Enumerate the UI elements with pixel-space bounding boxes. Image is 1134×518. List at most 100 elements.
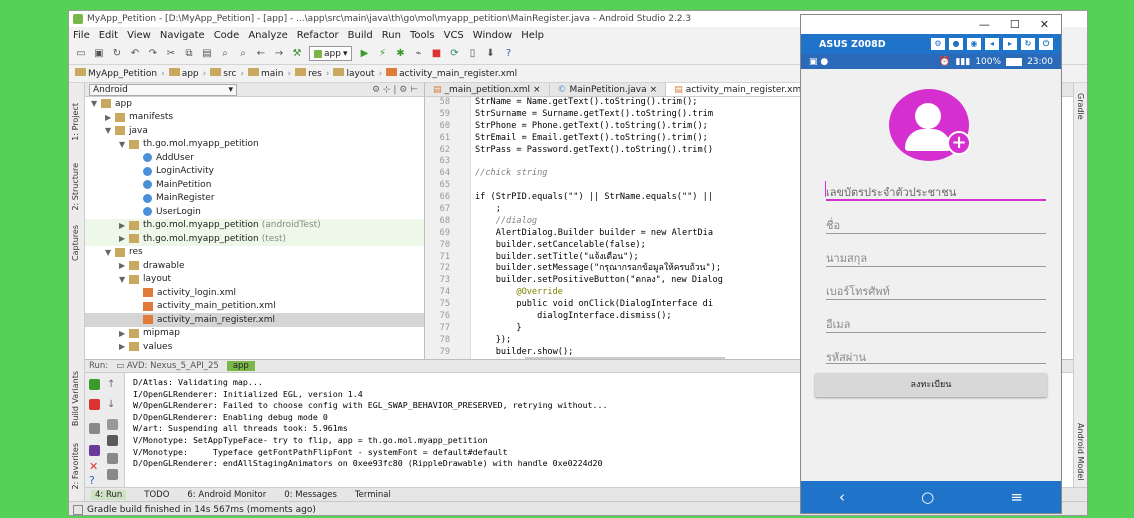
recents-icon[interactable]: ≡ (1010, 488, 1023, 506)
tree-item[interactable]: ▼ res (85, 246, 424, 260)
expand-arrow-icon[interactable]: ▼ (105, 126, 115, 135)
expand-arrow-icon[interactable]: ▶ (119, 342, 129, 351)
pin-icon[interactable] (89, 445, 100, 456)
tab-close-icon[interactable]: × (533, 85, 541, 95)
tree-item[interactable]: ▼ layout (85, 273, 424, 287)
rotate-icon[interactable]: ↻ (1021, 38, 1035, 50)
tree-item[interactable]: ▼ java (85, 124, 424, 138)
cut-icon[interactable]: ✂ (165, 48, 177, 60)
tree-item[interactable]: UserLogin (85, 205, 424, 219)
open-icon[interactable]: ▭ (75, 48, 87, 60)
expand-arrow-icon[interactable]: ▶ (119, 261, 129, 270)
run-tab-app[interactable]: app (226, 361, 255, 371)
gradle-tab[interactable]: Gradle (1076, 93, 1085, 120)
stop-icon[interactable]: ■ (430, 48, 442, 60)
gradle-sync-icon[interactable]: ⟳ (448, 48, 460, 60)
scroll-end-icon[interactable] (107, 435, 118, 446)
volume-down-icon[interactable]: ◂ (985, 38, 999, 50)
breadcrumb-item[interactable]: res (295, 68, 322, 79)
expand-arrow-icon[interactable]: ▶ (119, 329, 129, 338)
first-name-field[interactable]: ชื่อ (826, 212, 1046, 234)
apply-changes-icon[interactable]: ⚡ (376, 48, 388, 60)
tree-item[interactable]: ▼ th.go.mol.myapp_petition (85, 138, 424, 152)
menu-item-vcs[interactable]: VCS (444, 30, 464, 41)
panel-settings-icon[interactable]: ⚙ ⊹ | ⚙ ⊢ (372, 85, 418, 95)
menu-item-analyze[interactable]: Analyze (248, 30, 287, 41)
camera-icon[interactable]: ◉ (967, 38, 981, 50)
dump-icon[interactable] (89, 423, 100, 434)
run-config-select[interactable]: app ▾ (309, 46, 353, 61)
avd-manager-icon[interactable]: ▯ (466, 48, 478, 60)
captures-tab[interactable]: Captures (71, 225, 80, 261)
stop-run-icon[interactable] (89, 399, 100, 410)
menu-item-code[interactable]: Code (214, 30, 240, 41)
console-output[interactable]: D/Atlas: Validating map... I/OpenGLRender… (133, 377, 608, 470)
menu-item-window[interactable]: Window (473, 30, 512, 41)
bottom-tab-6-android-monitor[interactable]: 6: Android Monitor (187, 490, 266, 500)
breadcrumb-item[interactable]: MyApp_Petition (75, 68, 157, 79)
menu-item-run[interactable]: Run (382, 30, 401, 41)
surname-field[interactable]: นามสกุล (826, 245, 1046, 267)
rerun-icon[interactable] (89, 379, 100, 390)
code-area[interactable]: StrName = Name.getText().toString().trim… (475, 97, 855, 359)
debug-icon[interactable]: ✱ (394, 48, 406, 60)
build-variants-tab[interactable]: Build Variants (71, 371, 80, 426)
breadcrumb-item[interactable]: layout (333, 68, 375, 79)
menu-item-refactor[interactable]: Refactor (297, 30, 339, 41)
attach-debugger-icon[interactable]: ⌁ (412, 48, 424, 60)
help-icon[interactable]: ? (502, 48, 514, 60)
expand-arrow-icon[interactable]: ▼ (119, 275, 129, 284)
tree-item[interactable]: LoginActivity (85, 165, 424, 179)
email-field[interactable]: อีเมล (826, 311, 1046, 333)
redo-icon[interactable]: ↷ (147, 48, 159, 60)
breadcrumb-item[interactable]: activity_main_register.xml (386, 68, 517, 79)
expand-arrow-icon[interactable]: ▼ (105, 248, 115, 257)
expand-arrow-icon[interactable]: ▶ (105, 113, 115, 122)
structure-tab[interactable]: 2: Structure (71, 163, 80, 211)
maximize-icon[interactable]: ☐ (1010, 18, 1020, 31)
project-view-select[interactable]: Android ▾ (89, 83, 237, 96)
menu-item-help[interactable]: Help (521, 30, 544, 41)
register-button[interactable]: ลงทะเบียน (815, 373, 1047, 397)
run-help-icon[interactable]: ? (89, 475, 100, 486)
run-icon[interactable]: ▶ (358, 48, 370, 60)
breadcrumb-item[interactable]: main (248, 68, 284, 79)
tree-item[interactable]: ▶ values (85, 340, 424, 354)
clear-icon[interactable] (107, 469, 118, 480)
editor-tab[interactable]: ▤ _main_petition.xml × (425, 83, 550, 96)
expand-arrow-icon[interactable]: ▼ (91, 99, 101, 108)
paste-icon[interactable]: ▤ (201, 48, 213, 60)
project-tab[interactable]: 1: Project (71, 103, 80, 141)
bottom-tab-4-run[interactable]: 4: Run (91, 489, 127, 500)
undo-icon[interactable]: ↶ (129, 48, 141, 60)
menu-item-file[interactable]: File (73, 30, 90, 41)
phone-field[interactable]: เบอร์โทรศัพท์ (826, 278, 1046, 300)
tree-item[interactable]: MainRegister (85, 192, 424, 206)
replace-icon[interactable]: ⌕ (237, 48, 249, 60)
run-tab-avd[interactable]: ▭ AVD: Nexus_5_API_25 (116, 361, 219, 371)
password-field[interactable]: รหัสผ่าน (826, 344, 1046, 364)
expand-arrow-icon[interactable]: ▶ (119, 234, 129, 243)
expand-arrow-icon[interactable]: ▼ (119, 140, 129, 149)
make-icon[interactable]: ⚒ (291, 48, 303, 60)
breadcrumb-item[interactable]: app (168, 68, 199, 79)
forward-icon[interactable]: → (273, 48, 285, 60)
bottom-tab-todo[interactable]: TODO (144, 490, 169, 500)
tree-item[interactable]: ▶ th.go.mol.myapp_petition (test) (85, 232, 424, 246)
editor-tab[interactable]: © MainPetition.java × (550, 83, 667, 96)
copy-icon[interactable]: ⧉ (183, 48, 195, 60)
tree-item[interactable]: ▶ th.go.mol.myapp_petition (androidTest) (85, 218, 424, 232)
minimize-icon[interactable]: — (979, 18, 990, 31)
bottom-tab-0-messages[interactable]: 0: Messages (284, 490, 337, 500)
menu-item-build[interactable]: Build (348, 30, 373, 41)
tree-item[interactable]: ▼ app (85, 97, 424, 111)
close-run-icon[interactable]: ✕ (89, 461, 100, 472)
bottom-tab-terminal[interactable]: Terminal (355, 490, 391, 500)
favorites-tab[interactable]: 2: Favorites (71, 443, 80, 489)
menu-item-tools[interactable]: Tools (410, 30, 435, 41)
back-icon[interactable]: ← (255, 48, 267, 60)
scroll-up-icon[interactable]: ↑ (107, 379, 118, 390)
save-icon[interactable]: ▣ (93, 48, 105, 60)
tree-item[interactable]: ▶ manifests (85, 111, 424, 125)
tree-item[interactable]: activity_login.xml (85, 286, 424, 300)
